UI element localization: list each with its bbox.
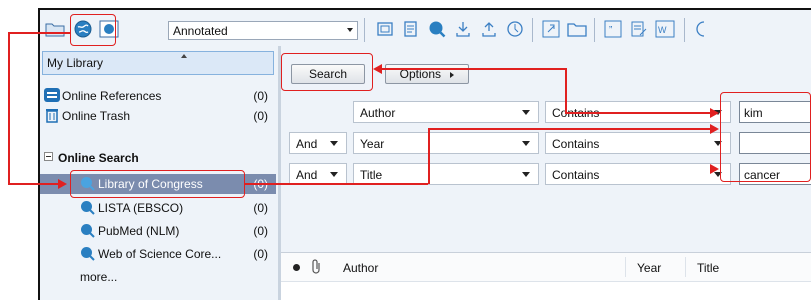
boolean-select-value: And [296,168,318,182]
options-button[interactable]: Options [385,64,469,84]
output-style-select[interactable]: Annotated [168,21,358,40]
sidebar-item-pubmed[interactable]: PubMed (NLM) (0) [40,221,276,241]
annotation-arrow-icon [373,64,382,74]
operator-select-2[interactable]: Contains [545,132,731,154]
operator-select-value: Contains [552,137,600,151]
format-bibliography-icon[interactable] [628,18,650,40]
sidebar-item-online-references[interactable]: Online References (0) [40,86,276,106]
find-full-text-icon[interactable] [504,18,526,40]
read-status-icon[interactable] [293,264,300,271]
boolean-select-2[interactable]: And [289,132,347,154]
toolbar-separator [594,18,595,42]
annotation-line [565,68,567,113]
annotation-arrow-icon [58,179,67,189]
field-select-3[interactable]: Title [353,163,539,185]
trash-icon [45,108,59,123]
annotation-highlight-library [70,170,245,198]
online-search-header-label: Online Search [58,151,139,165]
online-search-icon [80,200,95,215]
sidebar-item-label: Online Trash [62,109,131,123]
operator-select-3[interactable]: Contains [545,163,731,185]
annotation-highlight-terms [720,92,811,182]
chevron-up-icon [181,54,187,58]
output-style-value: Annotated [173,24,228,38]
field-select-value: Year [360,137,385,151]
boolean-select-3[interactable]: And [289,163,347,185]
annotation-line [8,32,71,34]
annotation-line [428,128,430,184]
column-divider [685,257,686,277]
sidebar-item-label: Web of Science Core... [98,247,222,261]
column-divider [625,257,626,277]
sidebar-item-label: Online References [62,89,162,103]
sidebar-item-count: (0) [253,201,268,215]
annotation-line [565,112,715,114]
annotation-line [382,68,566,70]
chevron-down-icon [330,141,338,146]
column-title[interactable]: Title [697,261,719,275]
results-header: Author Year Title [281,253,811,282]
column-year[interactable]: Year [637,261,661,275]
sidebar-item-label: LISTA (EBSCO) [98,201,184,215]
export-icon[interactable] [478,18,500,40]
annotation-arrow-icon [710,108,719,118]
annotation-highlight-search [281,53,373,91]
help-icon[interactable] [690,18,712,40]
new-reference-icon[interactable] [400,18,422,40]
online-search-icon [80,223,95,238]
chevron-right-icon [450,71,455,78]
toolbar-separator [532,18,533,42]
sidebar-item-count: (0) [253,109,268,123]
open-file-icon[interactable] [566,18,588,40]
annotation-highlight-mode [70,14,116,46]
sidebar-item-web-of-science[interactable]: Web of Science Core... (0) [40,244,276,264]
toolbar-separator [684,18,685,42]
operator-select-value: Contains [552,168,600,182]
insert-citation-icon[interactable]: ” [602,18,624,40]
sidebar-item-online-trash[interactable]: Online Trash (0) [40,106,276,126]
sidebar-item-count: (0) [253,247,268,261]
field-select-value: Author [360,106,396,120]
annotation-line [8,32,10,184]
annotation-line [8,183,58,185]
folder-icon[interactable] [44,18,66,40]
my-library-header[interactable]: My Library [42,51,274,75]
sidebar-item-count: (0) [253,89,268,103]
annotation-arrow-icon [710,164,719,174]
import-icon[interactable] [452,18,474,40]
toolbar: Annotated ” W [38,8,811,46]
annotation-line [245,183,428,185]
chevron-down-icon [522,172,530,177]
online-search-icon [80,246,95,261]
sidebar-item-more[interactable]: more... [40,267,276,287]
annotation-line [428,128,710,130]
sidebar-item-label: PubMed (NLM) [98,224,180,238]
open-link-icon[interactable] [540,18,562,40]
field-select-1[interactable]: Author [353,101,539,123]
field-select-2[interactable]: Year [353,132,539,154]
my-library-label: My Library [47,56,104,70]
column-author[interactable]: Author [343,261,378,275]
field-select-value: Title [360,168,383,182]
word-icon[interactable]: W [654,18,676,40]
chevron-down-icon [522,141,530,146]
annotation-arrow-icon [710,124,719,134]
svg-text:W: W [658,25,667,35]
chevron-down-icon [522,110,530,115]
chevron-down-icon [330,172,338,177]
sidebar-item-lista-ebsco[interactable]: LISTA (EBSCO) (0) [40,198,276,218]
toolbar-separator [364,18,365,42]
attachment-icon[interactable] [311,259,323,278]
svg-text:”: ” [609,25,612,36]
references-icon [44,88,60,102]
collapse-icon[interactable] [44,152,53,161]
chevron-down-icon [347,28,353,32]
online-search-group-header[interactable]: Online Search [40,148,276,168]
online-search-icon[interactable] [426,18,448,40]
sidebar-item-count: (0) [253,224,268,238]
results-list: Author Year Title [281,252,811,301]
new-group-icon[interactable] [374,18,396,40]
more-link[interactable]: more... [80,270,117,284]
boolean-select-value: And [296,137,318,151]
